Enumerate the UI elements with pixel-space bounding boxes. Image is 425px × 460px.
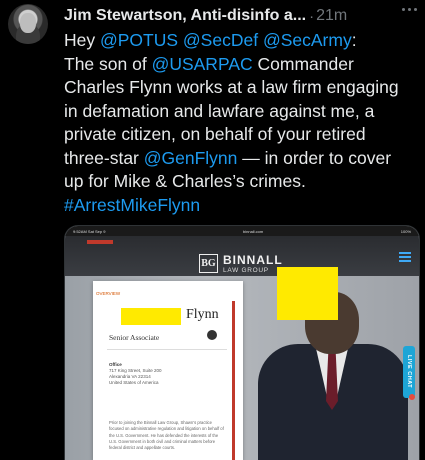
header-separator: · bbox=[309, 7, 315, 25]
tweet-line: three-star @GenFlynn — in order to cover bbox=[64, 147, 419, 171]
menu-icon bbox=[399, 252, 411, 262]
status-battery: 100% bbox=[400, 228, 411, 234]
mention-link[interactable]: @SecArmy bbox=[263, 30, 352, 50]
tweet-text-segment: — in order to cover bbox=[237, 147, 392, 168]
device-status-bar: 9:52AM Sat Sep 9 binnall.com 100% bbox=[65, 226, 419, 236]
mention-link[interactable]: @POTUS bbox=[100, 30, 178, 50]
logo-subtitle: LAW GROUP bbox=[223, 267, 269, 274]
header-red-link bbox=[87, 240, 113, 244]
author-avatar[interactable] bbox=[8, 4, 48, 44]
name-redaction bbox=[121, 308, 181, 325]
office-line: Alexandria VA 22314 bbox=[109, 374, 151, 379]
tweet-text-segment: Commander bbox=[252, 53, 354, 74]
status-url: binnall.com bbox=[243, 228, 264, 234]
tweet-text: Hey @POTUS @SecDef @SecArmy: The son of @… bbox=[64, 29, 419, 217]
attorney-surname: Flynn bbox=[186, 307, 219, 322]
card-accent-bar bbox=[232, 301, 235, 460]
mention-link[interactable]: @SecDef bbox=[183, 30, 258, 50]
tweet-line: The son of @USARPAC Commander bbox=[64, 53, 419, 77]
avatar-face bbox=[20, 13, 36, 33]
tweet-header: Jim Stewartson, Anti-disinfo a... · 21m bbox=[64, 6, 417, 26]
tweet-text-segment: Charles Flynn works at a law firm engagi… bbox=[64, 77, 399, 97]
attorney-role: Senior Associate bbox=[109, 333, 160, 342]
tweet-text-segment: The son of bbox=[64, 53, 152, 74]
tweet-line: in defamation and lawfare against me, a bbox=[64, 100, 419, 124]
tweet-text-segment: up for Mike & Charles’s crimes. bbox=[64, 171, 306, 191]
tweet-line: Hey @POTUS @SecDef @SecArmy: bbox=[64, 29, 419, 53]
attorney-bio: Prior to joining the Binnall Law Group, … bbox=[109, 420, 224, 451]
tweet-text-segment: in defamation and lawfare against me, a bbox=[64, 100, 375, 121]
logo-title: BINNALL bbox=[223, 253, 283, 267]
firm-logo: BG BINNALL LAW GROUP bbox=[199, 253, 283, 274]
mention-link[interactable]: @USARPAC bbox=[152, 54, 253, 74]
office-label: Office bbox=[109, 362, 122, 367]
live-chat-button: LIVE CHAT bbox=[403, 346, 415, 398]
tweet-line: up for Mike & Charles’s crimes. bbox=[64, 170, 419, 194]
website-header: BG BINNALL LAW GROUP bbox=[65, 236, 419, 276]
tweet-media-screenshot[interactable]: 9:52AM Sat Sep 9 binnall.com 100% BG BIN… bbox=[64, 225, 420, 460]
card-tag: OVERVIEW bbox=[96, 291, 121, 296]
office-line: United States of America bbox=[109, 380, 159, 385]
card-divider bbox=[107, 349, 227, 350]
office-line: 717 King Street, Suite 200 bbox=[109, 368, 162, 373]
mention-link[interactable]: @GenFlynn bbox=[144, 148, 238, 168]
office-info: Office 717 King Street, Suite 200 Alexan… bbox=[109, 362, 162, 386]
tweet-line: private citizen, on behalf of your retir… bbox=[64, 123, 419, 147]
timestamp[interactable]: 21m bbox=[316, 7, 347, 25]
chat-notification-dot bbox=[409, 394, 415, 400]
author-name[interactable]: Jim Stewartson, Anti-disinfo a... bbox=[64, 7, 306, 25]
more-options-icon[interactable] bbox=[402, 8, 417, 11]
profile-card: OVERVIEW Flynn Senior Associate Office 7… bbox=[93, 281, 243, 460]
tweet-line: Charles Flynn works at a law firm engagi… bbox=[64, 76, 419, 100]
tweet-text-segment: private citizen, on behalf of your retir… bbox=[64, 124, 366, 144]
tweet-line: #ArrestMikeFlynn bbox=[64, 194, 419, 218]
tweet-text-segment: : bbox=[351, 30, 357, 50]
face-redaction bbox=[277, 267, 338, 320]
hashtag-link[interactable]: #ArrestMikeFlynn bbox=[64, 195, 200, 215]
tweet-text-segment: three-star bbox=[64, 147, 144, 168]
tweet-text-segment: Hey bbox=[64, 30, 100, 50]
email-icon bbox=[207, 330, 217, 340]
logo-mark: BG bbox=[199, 254, 218, 273]
status-time: 9:52AM Sat Sep 9 bbox=[73, 228, 106, 234]
